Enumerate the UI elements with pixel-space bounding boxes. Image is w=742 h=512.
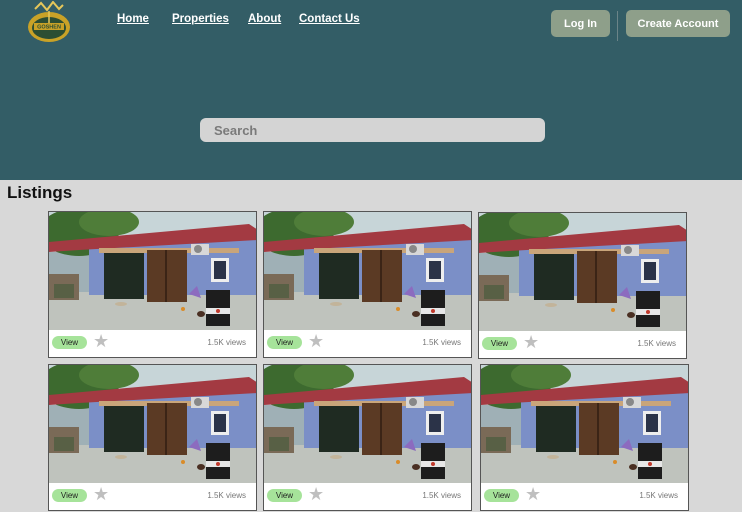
favorite-star-icon[interactable]: ★ <box>525 484 541 504</box>
site-header: GOSHEN Home Properties About Contact Us … <box>0 0 742 180</box>
favorite-star-icon[interactable]: ★ <box>308 484 324 504</box>
view-button[interactable]: View <box>52 489 87 502</box>
listing-footer: View ★ 1.5K views <box>49 329 256 357</box>
view-count: 1.5K views <box>639 491 678 500</box>
listing-photo[interactable] <box>49 365 256 483</box>
goshen-logo[interactable]: GOSHEN <box>25 1 73 43</box>
view-count: 1.5K views <box>637 339 676 348</box>
header-divider <box>617 11 618 41</box>
view-count: 1.5K views <box>207 491 246 500</box>
listing-photo[interactable] <box>479 213 686 331</box>
view-button[interactable]: View <box>267 489 302 502</box>
listing-photo[interactable] <box>264 212 471 330</box>
listing-footer: View ★ 1.5K views <box>481 482 688 510</box>
listing-card[interactable]: View ★ 1.5K views <box>263 211 472 358</box>
create-account-button[interactable]: Create Account <box>626 10 730 37</box>
listing-card[interactable]: View ★ 1.5K views <box>48 364 257 511</box>
view-button[interactable]: View <box>484 489 519 502</box>
favorite-star-icon[interactable]: ★ <box>93 484 109 504</box>
favorite-star-icon[interactable]: ★ <box>523 332 539 352</box>
view-button[interactable]: View <box>267 336 302 349</box>
listing-card[interactable]: View ★ 1.5K views <box>480 364 689 511</box>
view-count: 1.5K views <box>422 491 461 500</box>
listing-card[interactable]: View ★ 1.5K views <box>478 212 687 359</box>
listing-footer: View ★ 1.5K views <box>264 329 471 357</box>
favorite-star-icon[interactable]: ★ <box>93 331 109 351</box>
search-input[interactable] <box>200 118 545 142</box>
view-count: 1.5K views <box>207 338 246 347</box>
favorite-star-icon[interactable]: ★ <box>308 331 324 351</box>
view-button[interactable]: View <box>52 336 87 349</box>
listing-footer: View ★ 1.5K views <box>479 330 686 358</box>
listing-footer: View ★ 1.5K views <box>49 482 256 510</box>
listing-photo[interactable] <box>49 212 256 330</box>
login-button[interactable]: Log In <box>551 10 610 37</box>
listings-heading: Listings <box>7 183 73 202</box>
svg-text:GOSHEN: GOSHEN <box>37 25 61 31</box>
nav-properties[interactable]: Properties <box>172 13 229 25</box>
nav-contact-us[interactable]: Contact Us <box>299 13 360 25</box>
nav-home[interactable]: Home <box>117 13 149 25</box>
listing-footer: View ★ 1.5K views <box>264 482 471 510</box>
nav-about[interactable]: About <box>248 13 281 25</box>
view-button[interactable]: View <box>482 337 517 350</box>
view-count: 1.5K views <box>422 338 461 347</box>
listing-card[interactable]: View ★ 1.5K views <box>48 211 257 358</box>
listing-photo[interactable] <box>264 365 471 483</box>
listing-photo[interactable] <box>481 365 688 483</box>
listing-card[interactable]: View ★ 1.5K views <box>263 364 472 511</box>
